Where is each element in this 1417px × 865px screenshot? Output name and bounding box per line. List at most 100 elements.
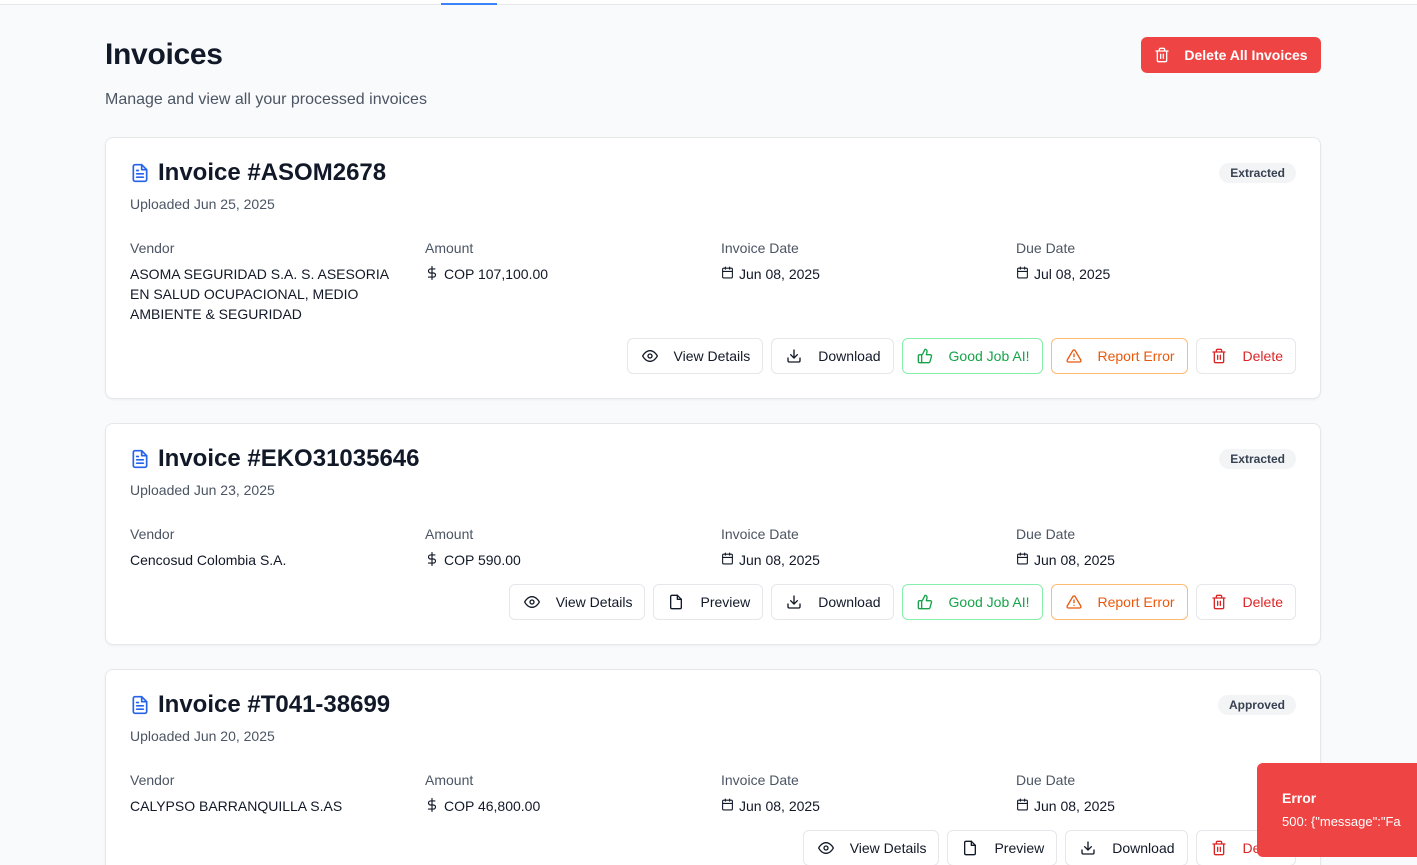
delete-label: Delete — [1242, 348, 1283, 364]
good-job-button[interactable]: Good Job AI! — [901, 338, 1043, 374]
vendor-label: Vendor — [130, 240, 175, 256]
due-date-text: Jul 08, 2025 — [1034, 266, 1111, 282]
good-job-label: Good Job AI! — [948, 594, 1030, 610]
vendor-field: Vendor ASOMA SEGURIDAD S.A. S. ASESORIA … — [130, 240, 400, 324]
invoice-actions: View Details Download Good Job AI! Repor… — [626, 338, 1296, 374]
due-date-field: Due Date Jul 08, 2025 — [1016, 240, 1286, 284]
eye-icon — [641, 348, 658, 364]
view-details-label: View Details — [673, 348, 751, 364]
report-error-label: Report Error — [1097, 348, 1175, 364]
invoice-date-label: Invoice Date — [721, 240, 799, 256]
invoice-date-text: Jun 08, 2025 — [739, 552, 820, 568]
alert-triangle-icon — [1065, 348, 1082, 364]
vendor-label: Vendor — [130, 526, 175, 542]
calendar-icon — [721, 798, 734, 811]
preview-label: Preview — [700, 594, 751, 610]
error-toast[interactable]: Error 500: {"message":"Fa — [1257, 763, 1417, 857]
vendor-text: CALYPSO BARRANQUILLA S.AS — [130, 798, 343, 814]
calendar-icon — [721, 266, 734, 279]
invoice-date-value: Jun 08, 2025 — [721, 796, 991, 816]
amount-field: Amount COP 107,100.00 — [425, 240, 695, 284]
due-date-label: Due Date — [1016, 526, 1076, 542]
trash-icon — [1211, 840, 1227, 856]
due-date-value: Jul 08, 2025 — [1016, 264, 1286, 284]
trash-icon — [1211, 594, 1227, 610]
dollar-sign-icon — [425, 798, 439, 812]
active-tab-indicator — [441, 3, 497, 5]
status-badge: Approved — [1217, 695, 1296, 715]
status-badge: Extracted — [1219, 449, 1296, 469]
invoice-title: Invoice #EKO31035646 — [158, 445, 420, 472]
vendor-field: Vendor CALYPSO BARRANQUILLA S.AS — [130, 772, 400, 816]
invoice-date-value: Jun 08, 2025 — [721, 550, 991, 570]
status-badge: Extracted — [1219, 163, 1296, 183]
preview-button[interactable]: Preview — [947, 830, 1058, 865]
invoice-card: Invoice #EKO31035646 Uploaded Jun 23, 20… — [105, 423, 1321, 645]
amount-text: COP 107,100.00 — [444, 266, 549, 282]
amount-value: COP 590.00 — [425, 550, 695, 570]
invoice-title-row: Invoice #T041-38699 — [130, 691, 390, 719]
download-button[interactable]: Download — [1065, 830, 1188, 865]
due-date-field: Due Date Jun 08, 2025 — [1016, 526, 1286, 570]
due-date-label: Due Date — [1016, 240, 1076, 256]
invoice-title-row: Invoice #EKO31035646 — [130, 445, 420, 473]
file-icon — [962, 840, 978, 856]
download-icon — [786, 594, 802, 610]
good-job-label: Good Job AI! — [948, 348, 1030, 364]
file-text-icon — [130, 449, 150, 469]
calendar-icon — [721, 552, 734, 565]
invoice-date-text: Jun 08, 2025 — [739, 266, 820, 282]
invoice-uploaded-date: Uploaded Jun 20, 2025 — [130, 728, 275, 744]
invoice-actions: View Details Preview Download Delete — [802, 830, 1296, 865]
due-date-value: Jun 08, 2025 — [1016, 550, 1286, 570]
file-text-icon — [130, 695, 150, 715]
invoice-date-text: Jun 08, 2025 — [739, 798, 820, 814]
download-button[interactable]: Download — [771, 338, 894, 374]
amount-value: COP 46,800.00 — [425, 796, 695, 816]
eye-icon — [817, 840, 834, 856]
delete-button[interactable]: Delete — [1195, 584, 1296, 620]
amount-field: Amount COP 590.00 — [425, 526, 695, 570]
thumbs-up-icon — [917, 594, 933, 610]
invoice-date-field: Invoice Date Jun 08, 2025 — [721, 772, 991, 816]
file-icon — [668, 594, 684, 610]
preview-button[interactable]: Preview — [653, 584, 764, 620]
eye-icon — [523, 594, 540, 610]
invoice-card: Invoice #T041-38699 Uploaded Jun 20, 202… — [105, 669, 1321, 865]
vendor-label: Vendor — [130, 772, 175, 788]
trash-icon — [1211, 348, 1227, 364]
trash-icon — [1154, 47, 1170, 63]
report-error-button[interactable]: Report Error — [1050, 584, 1188, 620]
view-details-button[interactable]: View Details — [802, 830, 940, 865]
download-label: Download — [1112, 840, 1175, 856]
invoice-date-value: Jun 08, 2025 — [721, 264, 991, 284]
download-label: Download — [818, 594, 881, 610]
download-button[interactable]: Download — [771, 584, 894, 620]
due-date-value: Jun 08, 2025 — [1016, 796, 1286, 816]
calendar-icon — [1016, 266, 1029, 279]
delete-button[interactable]: Delete — [1195, 338, 1296, 374]
vendor-value: CALYPSO BARRANQUILLA S.AS — [130, 796, 400, 816]
report-error-label: Report Error — [1097, 594, 1175, 610]
invoice-date-field: Invoice Date Jun 08, 2025 — [721, 240, 991, 284]
invoice-title: Invoice #T041-38699 — [158, 691, 391, 718]
invoice-date-field: Invoice Date Jun 08, 2025 — [721, 526, 991, 570]
dollar-sign-icon — [425, 552, 439, 566]
download-icon — [1080, 840, 1096, 856]
view-details-button[interactable]: View Details — [508, 584, 646, 620]
amount-text: COP 46,800.00 — [444, 798, 541, 814]
amount-label: Amount — [425, 526, 474, 542]
delete-label: Delete — [1242, 594, 1283, 610]
due-date-text: Jun 08, 2025 — [1034, 552, 1115, 568]
page-subtitle: Manage and view all your processed invoi… — [105, 91, 427, 108]
amount-text: COP 590.00 — [444, 552, 521, 568]
report-error-button[interactable]: Report Error — [1050, 338, 1188, 374]
delete-all-invoices-button[interactable]: Delete All Invoices — [1141, 37, 1321, 73]
view-details-button[interactable]: View Details — [626, 338, 764, 374]
top-nav-strip — [0, 0, 1417, 5]
vendor-value: Cencosud Colombia S.A. — [130, 550, 400, 570]
preview-label: Preview — [994, 840, 1045, 856]
good-job-button[interactable]: Good Job AI! — [901, 584, 1043, 620]
page-title: Invoices — [105, 38, 223, 71]
due-date-text: Jun 08, 2025 — [1034, 798, 1115, 814]
